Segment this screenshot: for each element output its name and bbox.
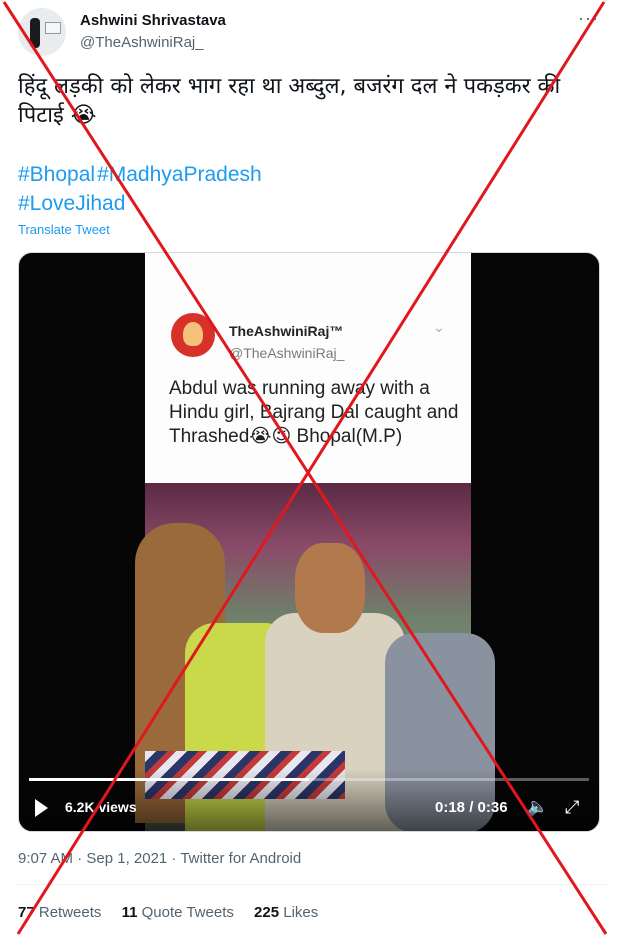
red-cross-overlay: [2, 1, 608, 935]
